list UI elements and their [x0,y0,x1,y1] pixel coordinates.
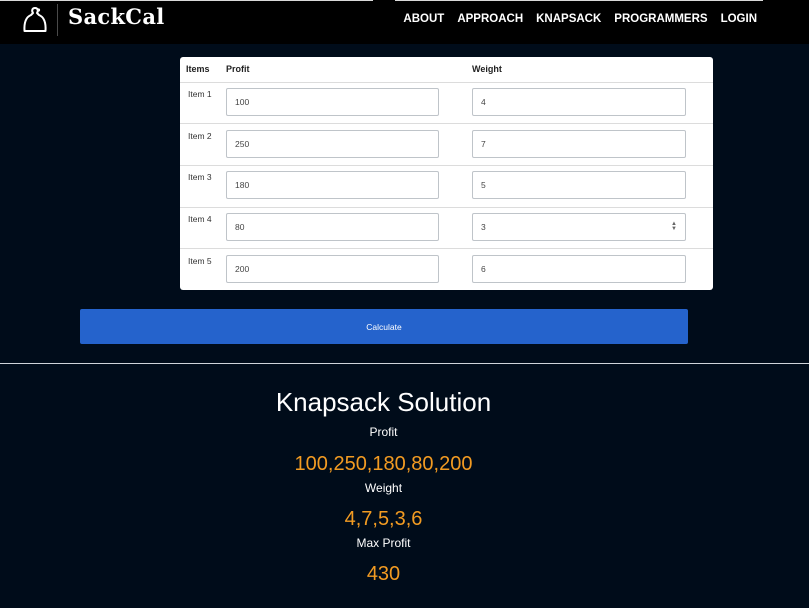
profit-input-1[interactable]: 100 [226,88,439,116]
section-divider [0,363,809,364]
item-label-4: Item 4 [188,214,212,224]
profit-label: Profit [369,425,398,439]
profit-input-3[interactable]: 180 [226,171,439,199]
header-profit: Profit [226,64,250,74]
nav-link-knapsack[interactable]: KNAPSACK [536,12,601,26]
page: SackCal ABOUT APPROACH KNAPSACK PROGRAMM… [0,0,809,608]
navbar-divider-left [0,0,373,1]
header-weight: Weight [472,64,502,74]
stepper-arrows-icon[interactable]: ▲ ▼ [671,221,677,232]
profit-value: 100,250,180,80,200 [294,453,473,475]
navbar-divider-right [395,0,763,1]
row-divider [180,123,713,124]
nav-link-about[interactable]: ABOUT [403,12,444,26]
weight-input-1[interactable]: 4 [472,88,686,116]
brand-separator [57,4,58,36]
row-divider [180,165,713,166]
navbar: SackCal ABOUT APPROACH KNAPSACK PROGRAMM… [0,0,809,44]
items-table: Items Profit Weight Item 1 100 4 Item 2 … [180,57,713,290]
item-label-3: Item 3 [188,172,212,182]
header-items: Items [186,64,210,74]
profit-input-2[interactable]: 250 [226,130,439,158]
solution-title: Knapsack Solution [275,387,492,417]
weight-value: 4,7,5,3,6 [344,508,423,530]
calculate-button[interactable]: Calculate [80,309,688,344]
nav-link-programmers[interactable]: PROGRAMMERS [614,12,707,26]
item-label-1: Item 1 [188,89,212,99]
nav-link-approach[interactable]: APPROACH [457,12,523,26]
weight-input-4-value: 3 [481,222,486,232]
weight-input-4[interactable]: 3 ▲ ▼ [472,213,686,241]
weight-input-2[interactable]: 7 [472,130,686,158]
row-divider [180,207,713,208]
row-divider [180,82,713,83]
profit-input-5[interactable]: 200 [226,255,439,283]
item-label-2: Item 2 [188,131,212,141]
profit-input-4[interactable]: 80 [226,213,439,241]
nav-link-login[interactable]: LOGIN [721,12,757,26]
nav-links: ABOUT APPROACH KNAPSACK PROGRAMMERS LOGI… [403,12,757,26]
weight-input-3[interactable]: 5 [472,171,686,199]
knapsack-logo-icon[interactable] [22,5,48,35]
row-divider [180,248,713,249]
brand-name[interactable]: SackCal [68,4,165,29]
weight-label: Weight [364,481,403,495]
item-label-5: Item 5 [188,256,212,266]
weight-input-5[interactable]: 6 [472,255,686,283]
max-profit-label: Max Profit [356,536,411,550]
max-profit-value: 430 [366,563,401,585]
